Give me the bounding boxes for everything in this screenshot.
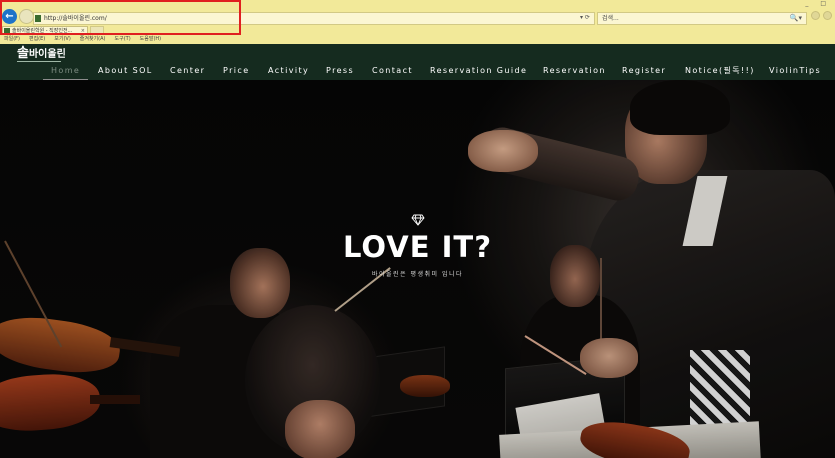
search-icon[interactable]: 🔍▾ [790,13,802,24]
hero-title: LOVE IT? [342,230,493,264]
menu-tools[interactable]: 도구(T) [115,35,131,44]
site-header: 솔바이올린 Home About SOL Center Price Activi… [0,44,835,80]
menu-edit[interactable]: 편집(E) [29,35,45,44]
menu-favorites[interactable]: 즐겨찾기(A) [80,35,106,44]
nav-about-sol[interactable]: About SOL [98,65,153,77]
main-nav: Home About SOL Center Price Activity Pre… [0,65,835,79]
menu-bar: 파일(F) 편집(E) 보기(V) 즐겨찾기(A) 도구(T) 도움말(H) [0,35,835,44]
logo-mark: 솔 [17,46,29,61]
menu-help[interactable]: 도움말(H) [140,35,161,44]
address-highlight-box [0,0,241,35]
nav-activity[interactable]: Activity [268,65,309,77]
nav-notice[interactable]: Notice(필독!!) [685,65,755,77]
nav-price[interactable]: Price [223,65,250,77]
nav-contact[interactable]: Contact [372,65,413,77]
hero-section: LOVE IT? 바이올린은 평생취미 입니다 [0,80,835,458]
nav-center[interactable]: Center [170,65,205,77]
nav-reservation-guide[interactable]: Reservation Guide [430,65,527,77]
hero-subtitle: 바이올린은 평생취미 입니다 [371,271,464,278]
nav-register[interactable]: Register [622,65,666,77]
window-controls[interactable]: _ □ [805,0,831,7]
logo-underline [17,61,61,62]
nav-reservation[interactable]: Reservation [543,65,606,77]
search-placeholder: 검색... [602,15,619,22]
logo-text: 바이올린 [28,49,66,60]
site-logo[interactable]: 솔바이올린 [17,47,66,62]
nav-violin-tips[interactable]: ViolinTips [769,65,821,77]
address-actions[interactable]: ▾ ⟳ [580,12,590,23]
nav-press[interactable]: Press [326,65,354,77]
home-icon[interactable] [811,11,820,20]
browser-chrome: ← http://솔바이올린.com/ ▾ ⟳ 검색... 🔍▾ _ □ 솔바이… [0,0,835,44]
menu-view[interactable]: 보기(V) [54,35,71,44]
menu-file[interactable]: 파일(F) [4,35,20,44]
search-input[interactable]: 검색... 🔍▾ [597,12,807,25]
nav-home[interactable]: Home [51,65,80,77]
favorites-star-icon[interactable] [823,11,832,20]
diamond-icon [411,214,425,226]
